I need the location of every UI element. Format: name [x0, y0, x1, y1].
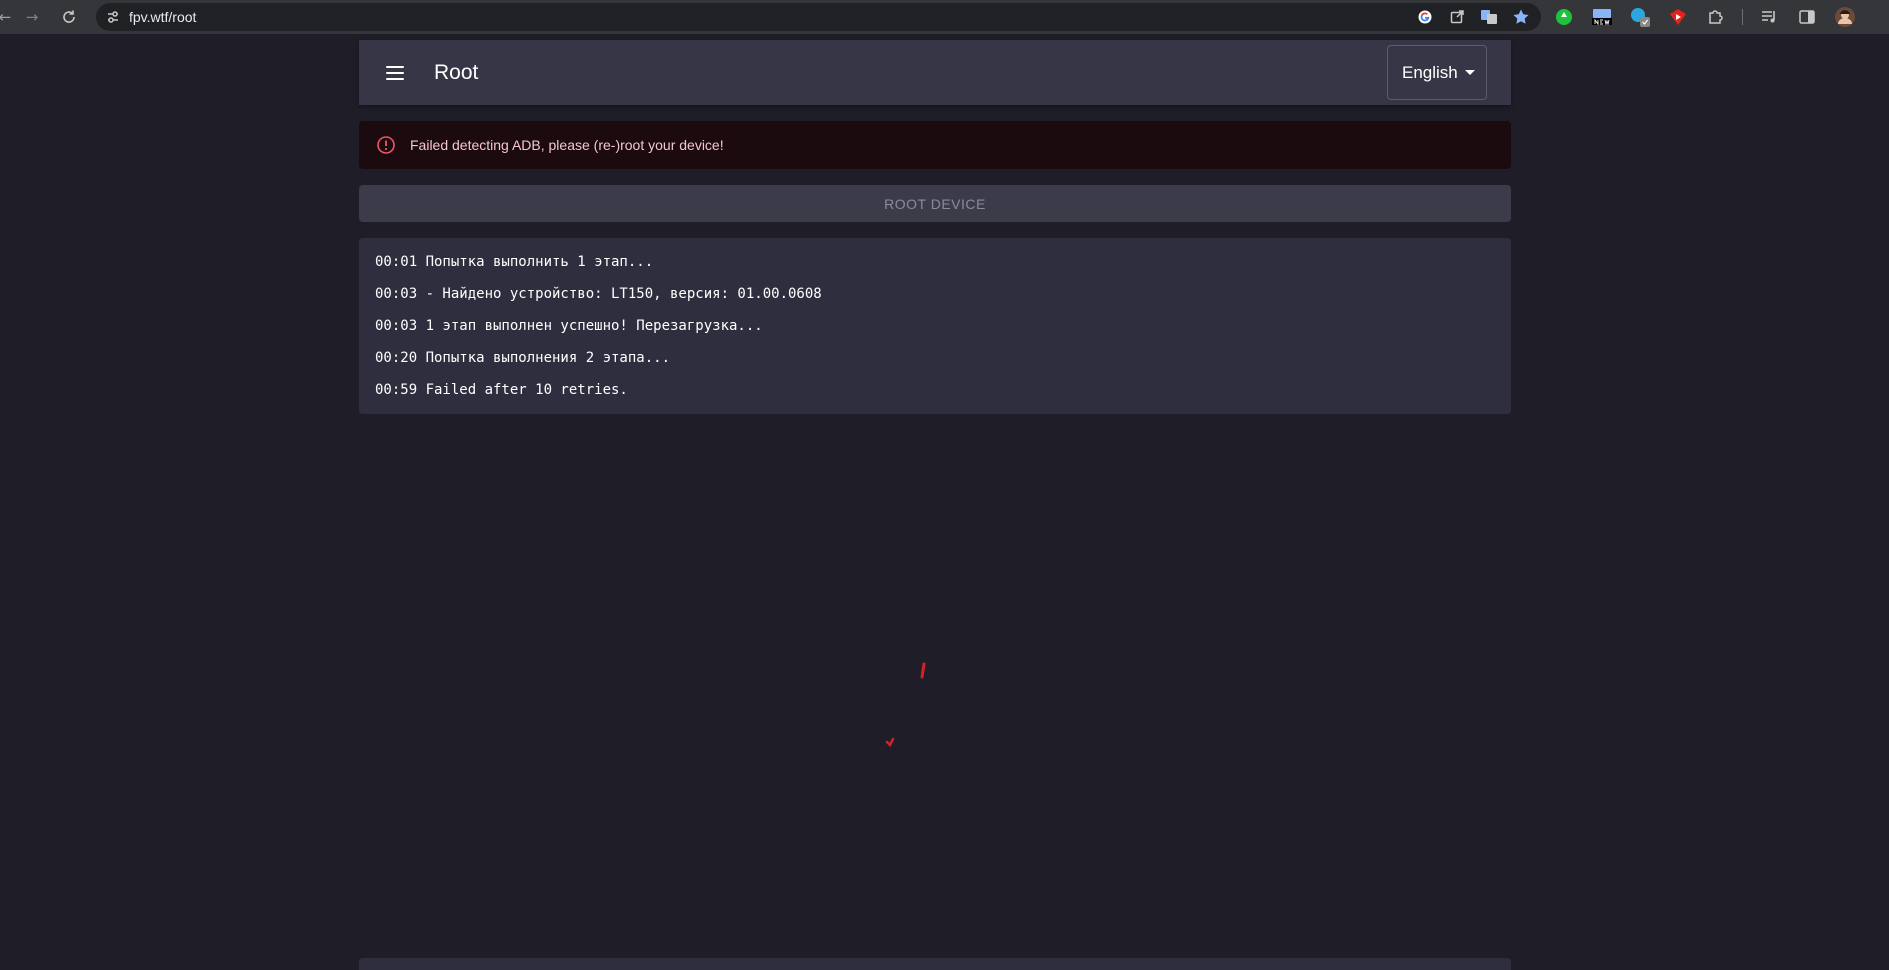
hamburger-icon-bar [386, 78, 404, 80]
menu-button[interactable] [383, 61, 407, 85]
extension-new-icon[interactable] [1590, 5, 1614, 29]
app-header: Root English [359, 40, 1511, 105]
toolbar-divider [1742, 9, 1743, 25]
google-icon[interactable] [1415, 7, 1435, 27]
error-message: Failed detecting ADB, please (re-)root y… [410, 137, 724, 153]
arrow-left-icon: ← [0, 8, 12, 26]
bookmark-star-icon[interactable] [1511, 7, 1531, 27]
page-title: Root [434, 61, 479, 84]
translate-icon[interactable] [1479, 7, 1499, 27]
url-text[interactable]: fpv.wtf/root [129, 9, 196, 25]
caret-down-icon [1464, 70, 1475, 75]
hamburger-icon [386, 66, 404, 68]
browser-toolbar: ← → fpv.wtf/root [0, 0, 1889, 34]
reload-icon [63, 10, 75, 23]
log-line: 00:20 Попытка выполнения 2 этапа... [375, 350, 671, 366]
extension-youtube-icon[interactable] [1666, 5, 1690, 29]
log-line: 00:59 Failed after 10 retries. [375, 382, 628, 398]
arrow-right-icon: → [25, 8, 39, 26]
site-info-icon[interactable] [103, 7, 123, 27]
log-line: 00:03 1 этап выполнен успешно! Перезагру… [375, 318, 763, 334]
bottom-panel [359, 958, 1511, 970]
reload-button[interactable] [56, 4, 82, 30]
forward-button[interactable]: → [19, 4, 45, 30]
error-circle-icon [377, 136, 395, 154]
open-external-icon[interactable] [1447, 7, 1467, 27]
address-bar[interactable]: fpv.wtf/root [96, 3, 1541, 31]
log-line: 00:03 - Найдено устройство: LT150, верси… [375, 286, 822, 302]
extensions-puzzle-icon[interactable] [1704, 5, 1728, 29]
root-device-button[interactable]: ROOT DEVICE [359, 185, 1511, 222]
language-select[interactable]: English [1387, 45, 1487, 100]
log-line: 00:01 Попытка выполнить 1 этап... [375, 254, 654, 270]
profile-avatar-icon[interactable] [1833, 5, 1857, 29]
language-select-value: English [1402, 62, 1458, 82]
red-annotation-marks [885, 662, 926, 748]
extension-globe-icon[interactable] [1628, 5, 1652, 29]
side-panel-icon[interactable] [1795, 5, 1819, 29]
log-panel: 00:01 Попытка выполнить 1 этап... 00:03 … [359, 238, 1511, 414]
extension-green-icon[interactable] [1552, 5, 1576, 29]
hamburger-icon-bar [386, 72, 404, 74]
media-controls-icon[interactable] [1757, 5, 1781, 29]
back-button[interactable]: ← [0, 4, 18, 30]
error-alert: Failed detecting ADB, please (re-)root y… [359, 121, 1511, 169]
